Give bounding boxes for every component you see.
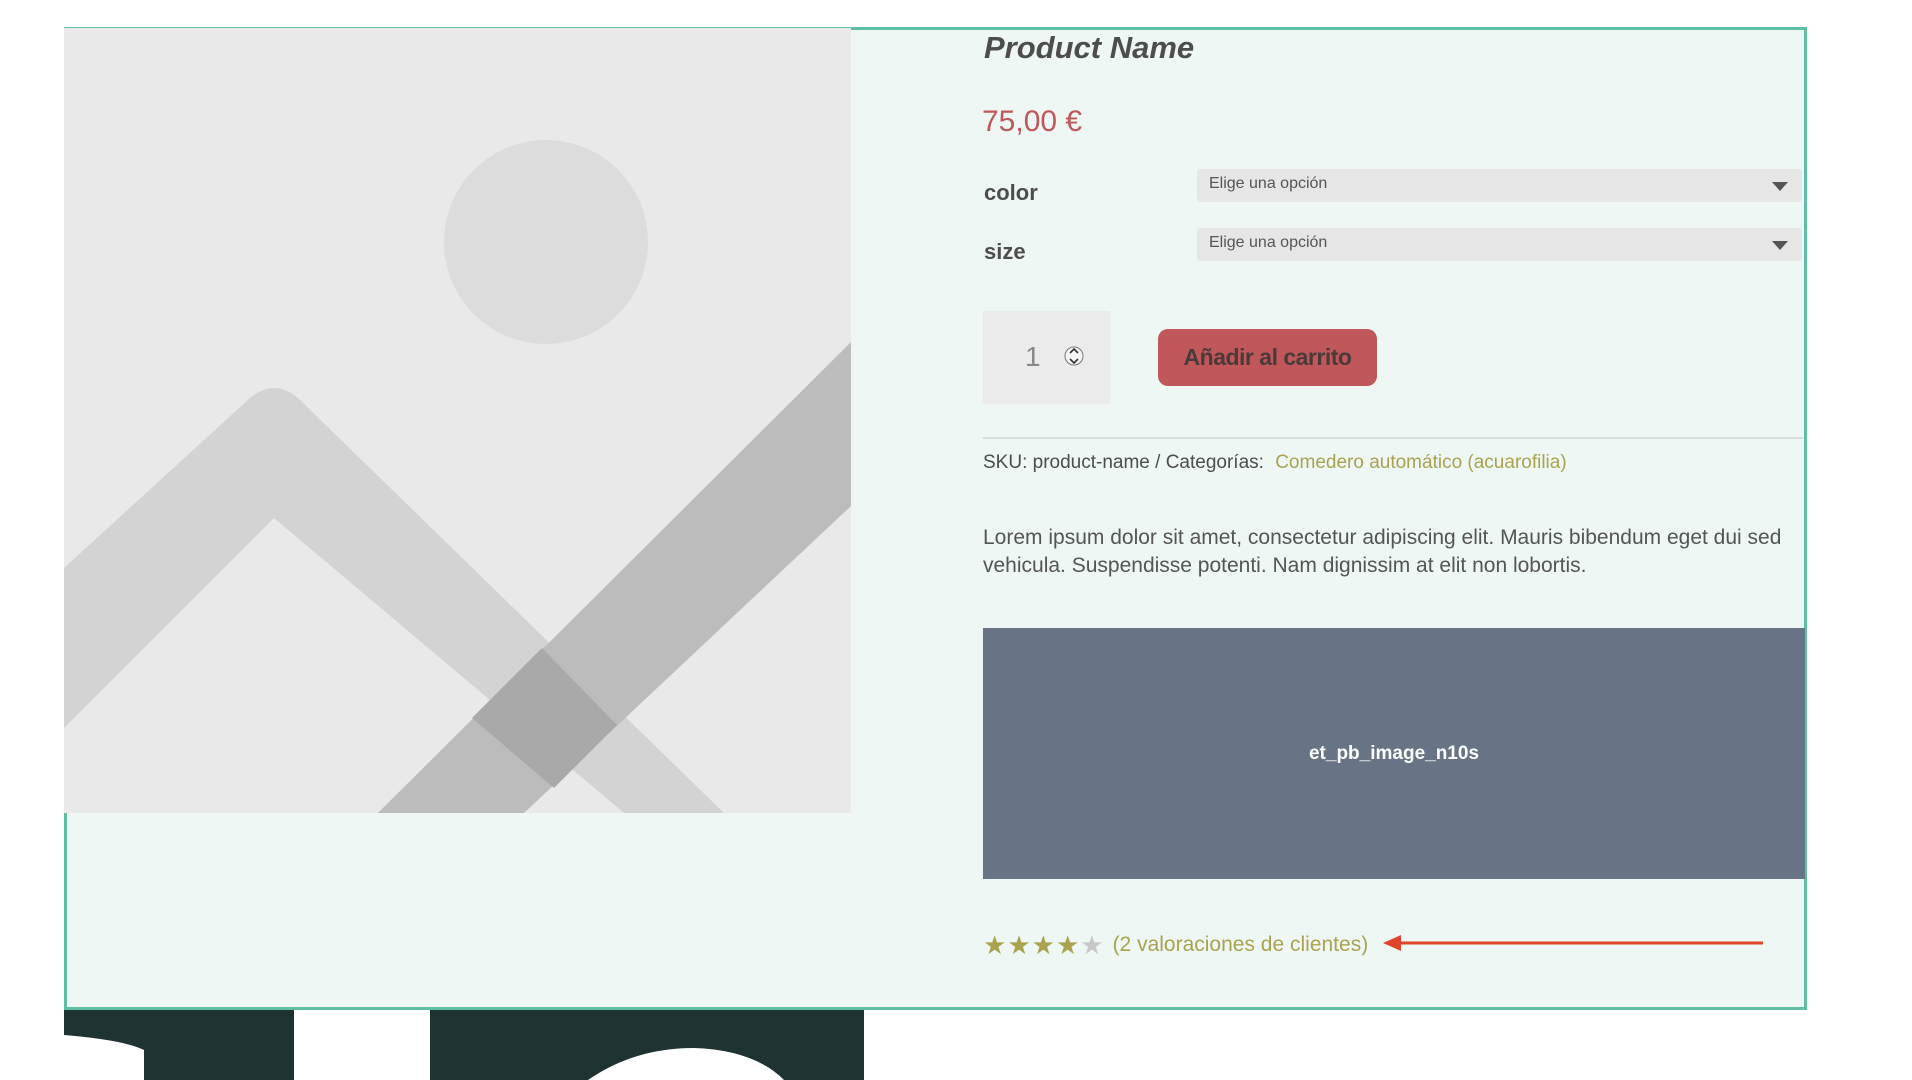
- product-title: Product Name: [984, 30, 1195, 65]
- product-rating: ★ ★ ★ ★ ★ (2 valoraciones de clientes): [983, 930, 1368, 960]
- product-meta: SKU: product-name / Categorías: Comedero…: [983, 452, 1567, 474]
- attribute-label-color: color: [984, 180, 1038, 205]
- select-value: Elige una opción: [1209, 234, 1328, 251]
- quantity-stepper[interactable]: 1: [983, 311, 1110, 404]
- product-description: Lorem ipsum dolor sit amet, consectetur …: [983, 526, 1782, 577]
- select-value: Elige una opción: [1209, 175, 1328, 192]
- divider: [983, 437, 1803, 439]
- add-to-cart-button[interactable]: Añadir al carrito: [1158, 329, 1377, 386]
- arrow-left-icon: [1383, 935, 1763, 951]
- attribute-label-size: size: [984, 239, 1026, 264]
- image-module-placeholder: et_pb_image_n10s: [983, 628, 1805, 879]
- chevron-down-icon: [1772, 182, 1788, 191]
- sku-text: SKU: product-name / Categorías:: [983, 452, 1264, 473]
- star-icon: ★: [983, 930, 1007, 960]
- image-placeholder-icon: [64, 28, 851, 813]
- background-lettering-art: [64, 1010, 864, 1080]
- quantity-value: 1: [1025, 341, 1041, 372]
- color-select[interactable]: Elige una opción: [1197, 169, 1802, 202]
- module-label: et_pb_image_n10s: [1308, 742, 1480, 764]
- reviews-link[interactable]: (2 valoraciones de clientes): [1113, 933, 1369, 957]
- star-rating: ★ ★ ★ ★ ★: [983, 931, 1104, 959]
- star-icon: ★: [1080, 930, 1104, 960]
- product-image-placeholder: [64, 28, 851, 813]
- star-icon: ★: [1007, 930, 1031, 960]
- size-select[interactable]: Elige una opción: [1197, 228, 1802, 261]
- category-link[interactable]: Comedero automático (acuarofilia): [1275, 452, 1566, 473]
- star-icon: ★: [1031, 930, 1055, 960]
- product-price: 75,00 €: [982, 105, 1083, 138]
- stepper-icon[interactable]: [1064, 341, 1084, 371]
- chevron-down-icon: [1772, 241, 1788, 250]
- star-icon: ★: [1055, 930, 1080, 960]
